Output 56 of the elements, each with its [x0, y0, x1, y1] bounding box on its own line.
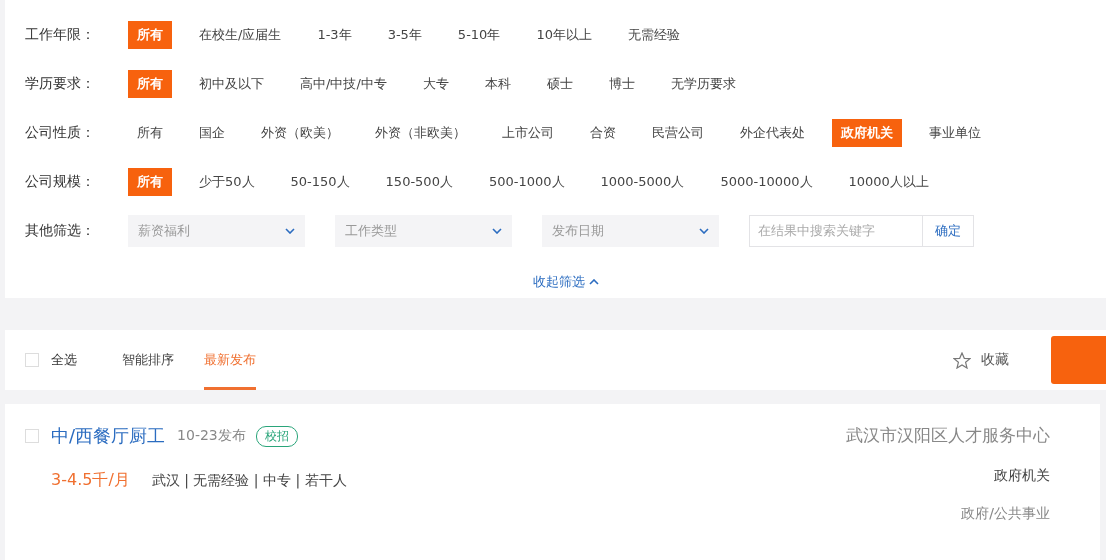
filter-option[interactable]: 无需经验	[618, 20, 689, 49]
filter-option[interactable]: 硕士	[537, 69, 582, 98]
filter-label: 学历要求：	[25, 74, 96, 93]
filter-option[interactable]: 5000-10000人	[711, 167, 822, 196]
filter-option[interactable]: 民营公司	[643, 118, 713, 147]
filter-option[interactable]: 高中/中技/中专	[291, 69, 396, 98]
post-date: 10-23发布	[177, 427, 246, 445]
company-type: 政府机关	[994, 467, 1050, 485]
filter-option[interactable]: 50-150人	[281, 167, 359, 196]
filter-label: 其他筛选：	[25, 221, 96, 240]
filter-option[interactable]: 大专	[413, 69, 458, 98]
chevron-down-icon	[699, 227, 709, 234]
caret-up-icon	[588, 279, 599, 285]
filter-option[interactable]: 10年以上	[527, 20, 601, 49]
filter-label: 公司性质：	[25, 123, 96, 142]
filter-label: 公司规模：	[25, 172, 96, 191]
sort-tab[interactable]: 智能排序	[122, 330, 174, 390]
collapse-filters-link[interactable]: 收起筛选	[532, 273, 599, 291]
filter-option[interactable]: 上市公司	[493, 118, 563, 147]
filter-option[interactable]: 无学历要求	[661, 69, 745, 98]
filter-option[interactable]: 1-3年	[308, 20, 361, 49]
checkbox[interactable]	[25, 353, 39, 367]
filter-option[interactable]: 博士	[599, 69, 644, 98]
filter-option[interactable]: 所有	[128, 118, 172, 147]
filter-option[interactable]: 合资	[581, 118, 625, 147]
filter-option[interactable]: 150-500人	[376, 167, 462, 196]
filter-option[interactable]: 少于50人	[190, 167, 264, 196]
filter-option[interactable]: 5-10年	[448, 20, 510, 49]
filter-option[interactable]: 外资（非欧美）	[366, 118, 475, 147]
job-tag: 校招	[255, 425, 298, 447]
checkbox[interactable]	[25, 429, 39, 443]
filter-option[interactable]: 3-5年	[378, 20, 431, 49]
job-title[interactable]: 中/西餐厅厨工	[51, 424, 166, 448]
star-icon	[953, 351, 971, 369]
filter-option[interactable]: 在校生/应届生	[190, 20, 291, 49]
filter-option[interactable]: 事业单位	[920, 118, 990, 147]
filter-option[interactable]: 外企代表处	[731, 118, 814, 147]
chevron-down-icon	[492, 227, 502, 234]
confirm-button[interactable]: 确定	[923, 214, 974, 247]
chevron-down-icon	[285, 227, 295, 234]
search-field[interactable]: 在结果中搜索关键字	[749, 214, 923, 247]
filter-option[interactable]: 本科	[475, 69, 520, 98]
filter-option[interactable]: 初中及以下	[190, 69, 273, 98]
salary: 3-4.5千/月	[51, 470, 130, 491]
job-details: 武汉 | 无需经验 | 中专 | 若干人	[151, 471, 347, 490]
select-all-label: 全选	[51, 351, 77, 369]
filter-label: 工作年限：	[25, 25, 96, 44]
filter-option[interactable]: 1000-5000人	[591, 167, 694, 196]
industry: 政府/公共事业	[961, 505, 1050, 523]
filter-option[interactable]: 500-1000人	[479, 167, 574, 196]
filter-option[interactable]: 10000人以上	[839, 167, 938, 196]
filter-option[interactable]: 国企	[190, 118, 234, 147]
apply-button[interactable]	[1051, 336, 1106, 384]
filter-option[interactable]: 外资（欧美）	[252, 118, 348, 147]
company-name[interactable]: 武汉市汉阳区人才服务中心	[846, 424, 1050, 447]
favorite-button[interactable]: 收藏	[947, 350, 1015, 370]
